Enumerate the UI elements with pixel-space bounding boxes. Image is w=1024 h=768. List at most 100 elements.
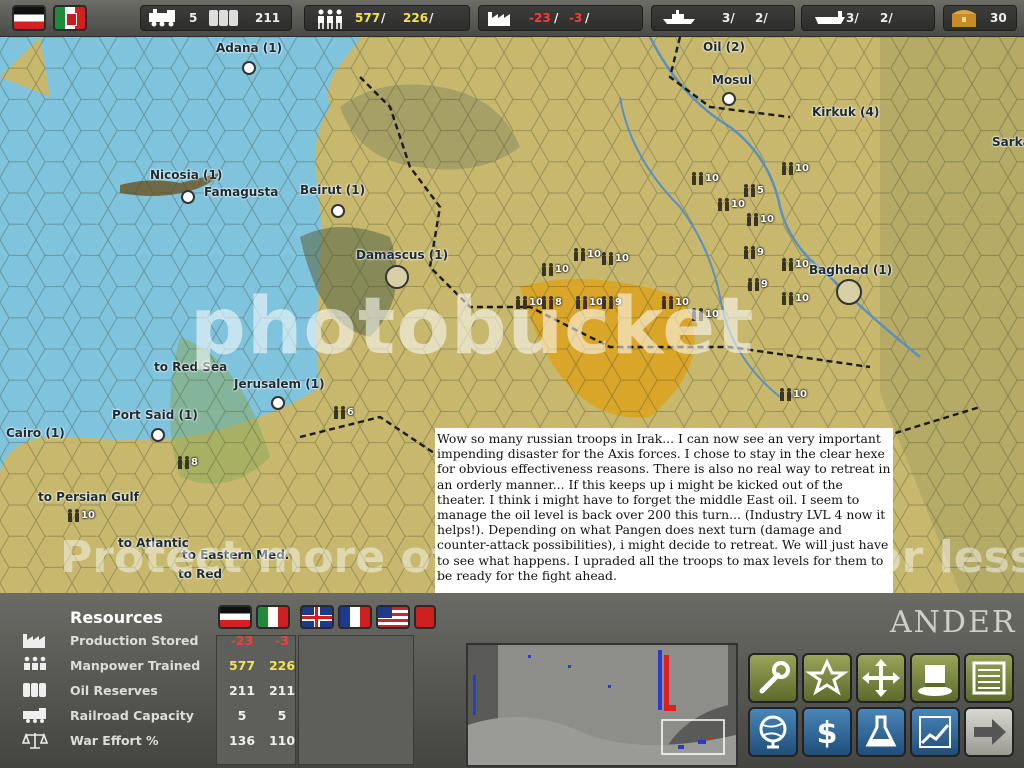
city-label[interactable]: Beirut (1): [300, 183, 365, 197]
city-label[interactable]: Adana (1): [216, 41, 282, 55]
manpower-segment: 577 / 226 /: [304, 5, 470, 31]
resource-row: Production Stored -23 -3: [14, 630, 294, 652]
upgrade-button[interactable]: [748, 653, 798, 703]
minimap[interactable]: [466, 643, 738, 767]
unit-marker[interactable]: 10: [780, 161, 809, 179]
unit-marker[interactable]: 9: [742, 245, 768, 263]
city-label[interactable]: Kirkuk (4): [812, 105, 879, 119]
resource-value-italy: 226: [268, 658, 296, 673]
factory-icon: [488, 12, 510, 26]
manpower-axis-b: 226: [403, 11, 429, 25]
france-flag-tab[interactable]: [338, 605, 372, 629]
treasure-chest-icon: [952, 10, 976, 27]
unit-marker[interactable]: 10: [780, 257, 809, 275]
strategic-map[interactable]: Adana (1) Oil (2) Mosul Kirkuk (4) Sarka Nico…: [0, 37, 1024, 593]
resource-value-germany: 577: [228, 658, 256, 673]
factory-icon: [23, 634, 45, 648]
unit-marker[interactable]: 10: [778, 387, 807, 405]
city-label[interactable]: Nicosia (1): [150, 168, 222, 182]
city-label[interactable]: Mosul: [712, 73, 752, 87]
railroad-capacity-value: 5: [189, 11, 198, 25]
top-hat-icon: [918, 665, 952, 696]
research-world-button[interactable]: [748, 707, 798, 757]
italy-flag-button[interactable]: [53, 5, 87, 31]
unit-strength: 10: [793, 389, 807, 400]
city-label[interactable]: Cairo (1): [6, 426, 65, 440]
resource-label: Railroad Capacity: [70, 708, 194, 723]
italy-flag-tab[interactable]: [256, 605, 290, 629]
resource-value-italy: 211: [268, 683, 296, 698]
locomotive-icon: [23, 708, 46, 723]
resource-row: Manpower Trained 577 226: [14, 655, 295, 677]
resources-title: Resources: [70, 608, 163, 627]
production-axis-a: -23: [529, 11, 551, 25]
separator: /: [585, 11, 590, 25]
oil-barrels-icon: [209, 10, 238, 26]
globe-icon: [759, 715, 787, 749]
forum-comment-overlay: Wow so many russian troops in Irak... I …: [435, 428, 893, 593]
unit-marker[interactable]: 10: [745, 212, 774, 230]
usa-flag-tab[interactable]: [376, 605, 410, 629]
unit-strength: 5: [757, 185, 764, 196]
diplomacy-button[interactable]: [910, 653, 960, 703]
unit-marker[interactable]: 6: [332, 405, 358, 423]
statistics-button[interactable]: [910, 707, 960, 757]
city-label[interactable]: Baghdad (1): [809, 263, 892, 277]
oil-barrels-icon: [23, 683, 46, 697]
resource-value-italy: 5: [277, 708, 287, 723]
list-icon: [972, 661, 1006, 695]
unit-marker[interactable]: 8: [176, 455, 202, 473]
minimap-europe: [468, 645, 736, 765]
unit-marker[interactable]: 10: [780, 291, 809, 309]
move-button[interactable]: [856, 653, 906, 703]
star-icon: [805, 658, 849, 696]
city-label[interactable]: Damascus (1): [356, 248, 448, 262]
research-button[interactable]: [856, 707, 906, 757]
resource-value-germany: -23: [230, 633, 254, 648]
unit-marker[interactable]: 10: [600, 251, 629, 269]
ussr-flag-tab[interactable]: [414, 605, 436, 629]
unit-strength: 10: [81, 510, 95, 521]
reports-button[interactable]: [964, 653, 1014, 703]
unit-marker[interactable]: 10: [572, 247, 601, 265]
resource-row: Oil Reserves 211 211: [14, 680, 295, 702]
resource-label: Production Stored: [70, 633, 199, 648]
oil-value: 211: [255, 11, 281, 25]
locomotive-icon: [149, 9, 175, 27]
unit-marker[interactable]: 10: [540, 262, 569, 280]
naval-axis-a: 3/: [722, 11, 735, 25]
end-turn-button[interactable]: [964, 707, 1014, 757]
unit-marker[interactable]: 10: [66, 508, 95, 526]
unit-marker[interactable]: 10: [716, 197, 745, 215]
city-label[interactable]: Jerusalem (1): [234, 377, 325, 391]
city-label[interactable]: Oil (2): [703, 40, 745, 54]
unit-strength: 10: [760, 214, 774, 225]
unit-marker[interactable]: 10: [690, 171, 719, 189]
purchase-button[interactable]: $: [802, 707, 852, 757]
unit-strength: 6: [347, 407, 354, 418]
city-label[interactable]: Sarka: [992, 135, 1024, 149]
flask-icon: [865, 715, 897, 747]
transport-ship-icon: [815, 11, 845, 24]
resource-label: Oil Reserves: [70, 683, 158, 698]
hq-button[interactable]: [802, 653, 852, 703]
resource-value-italy: -3: [275, 633, 289, 648]
city-label[interactable]: Famagusta: [204, 185, 278, 199]
resource-label: War Effort %: [70, 733, 159, 748]
unit-strength: 9: [757, 247, 764, 258]
city-label[interactable]: to Persian Gulf: [38, 490, 139, 504]
unit-strength: 10: [615, 253, 629, 264]
unit-strength: 8: [191, 457, 198, 468]
mpp-segment: 30: [943, 5, 1017, 31]
resource-row: War Effort % 136 110: [14, 730, 295, 752]
uk-flag-tab[interactable]: [300, 605, 334, 629]
unit-marker[interactable]: 5: [742, 183, 768, 201]
naval-axis-b: 2/: [755, 11, 768, 25]
mpp-value: 30: [990, 11, 1007, 25]
germany-flag-tab[interactable]: [218, 605, 252, 629]
bottom-command-panel: Resources Production Stored -23 -3 Manpower…: [0, 593, 1024, 768]
photobucket-watermark: photobucket: [190, 282, 755, 372]
resource-value-italy: 110: [268, 733, 296, 748]
germany-flag-button[interactable]: [12, 5, 46, 31]
city-label[interactable]: Port Said (1): [112, 408, 198, 422]
